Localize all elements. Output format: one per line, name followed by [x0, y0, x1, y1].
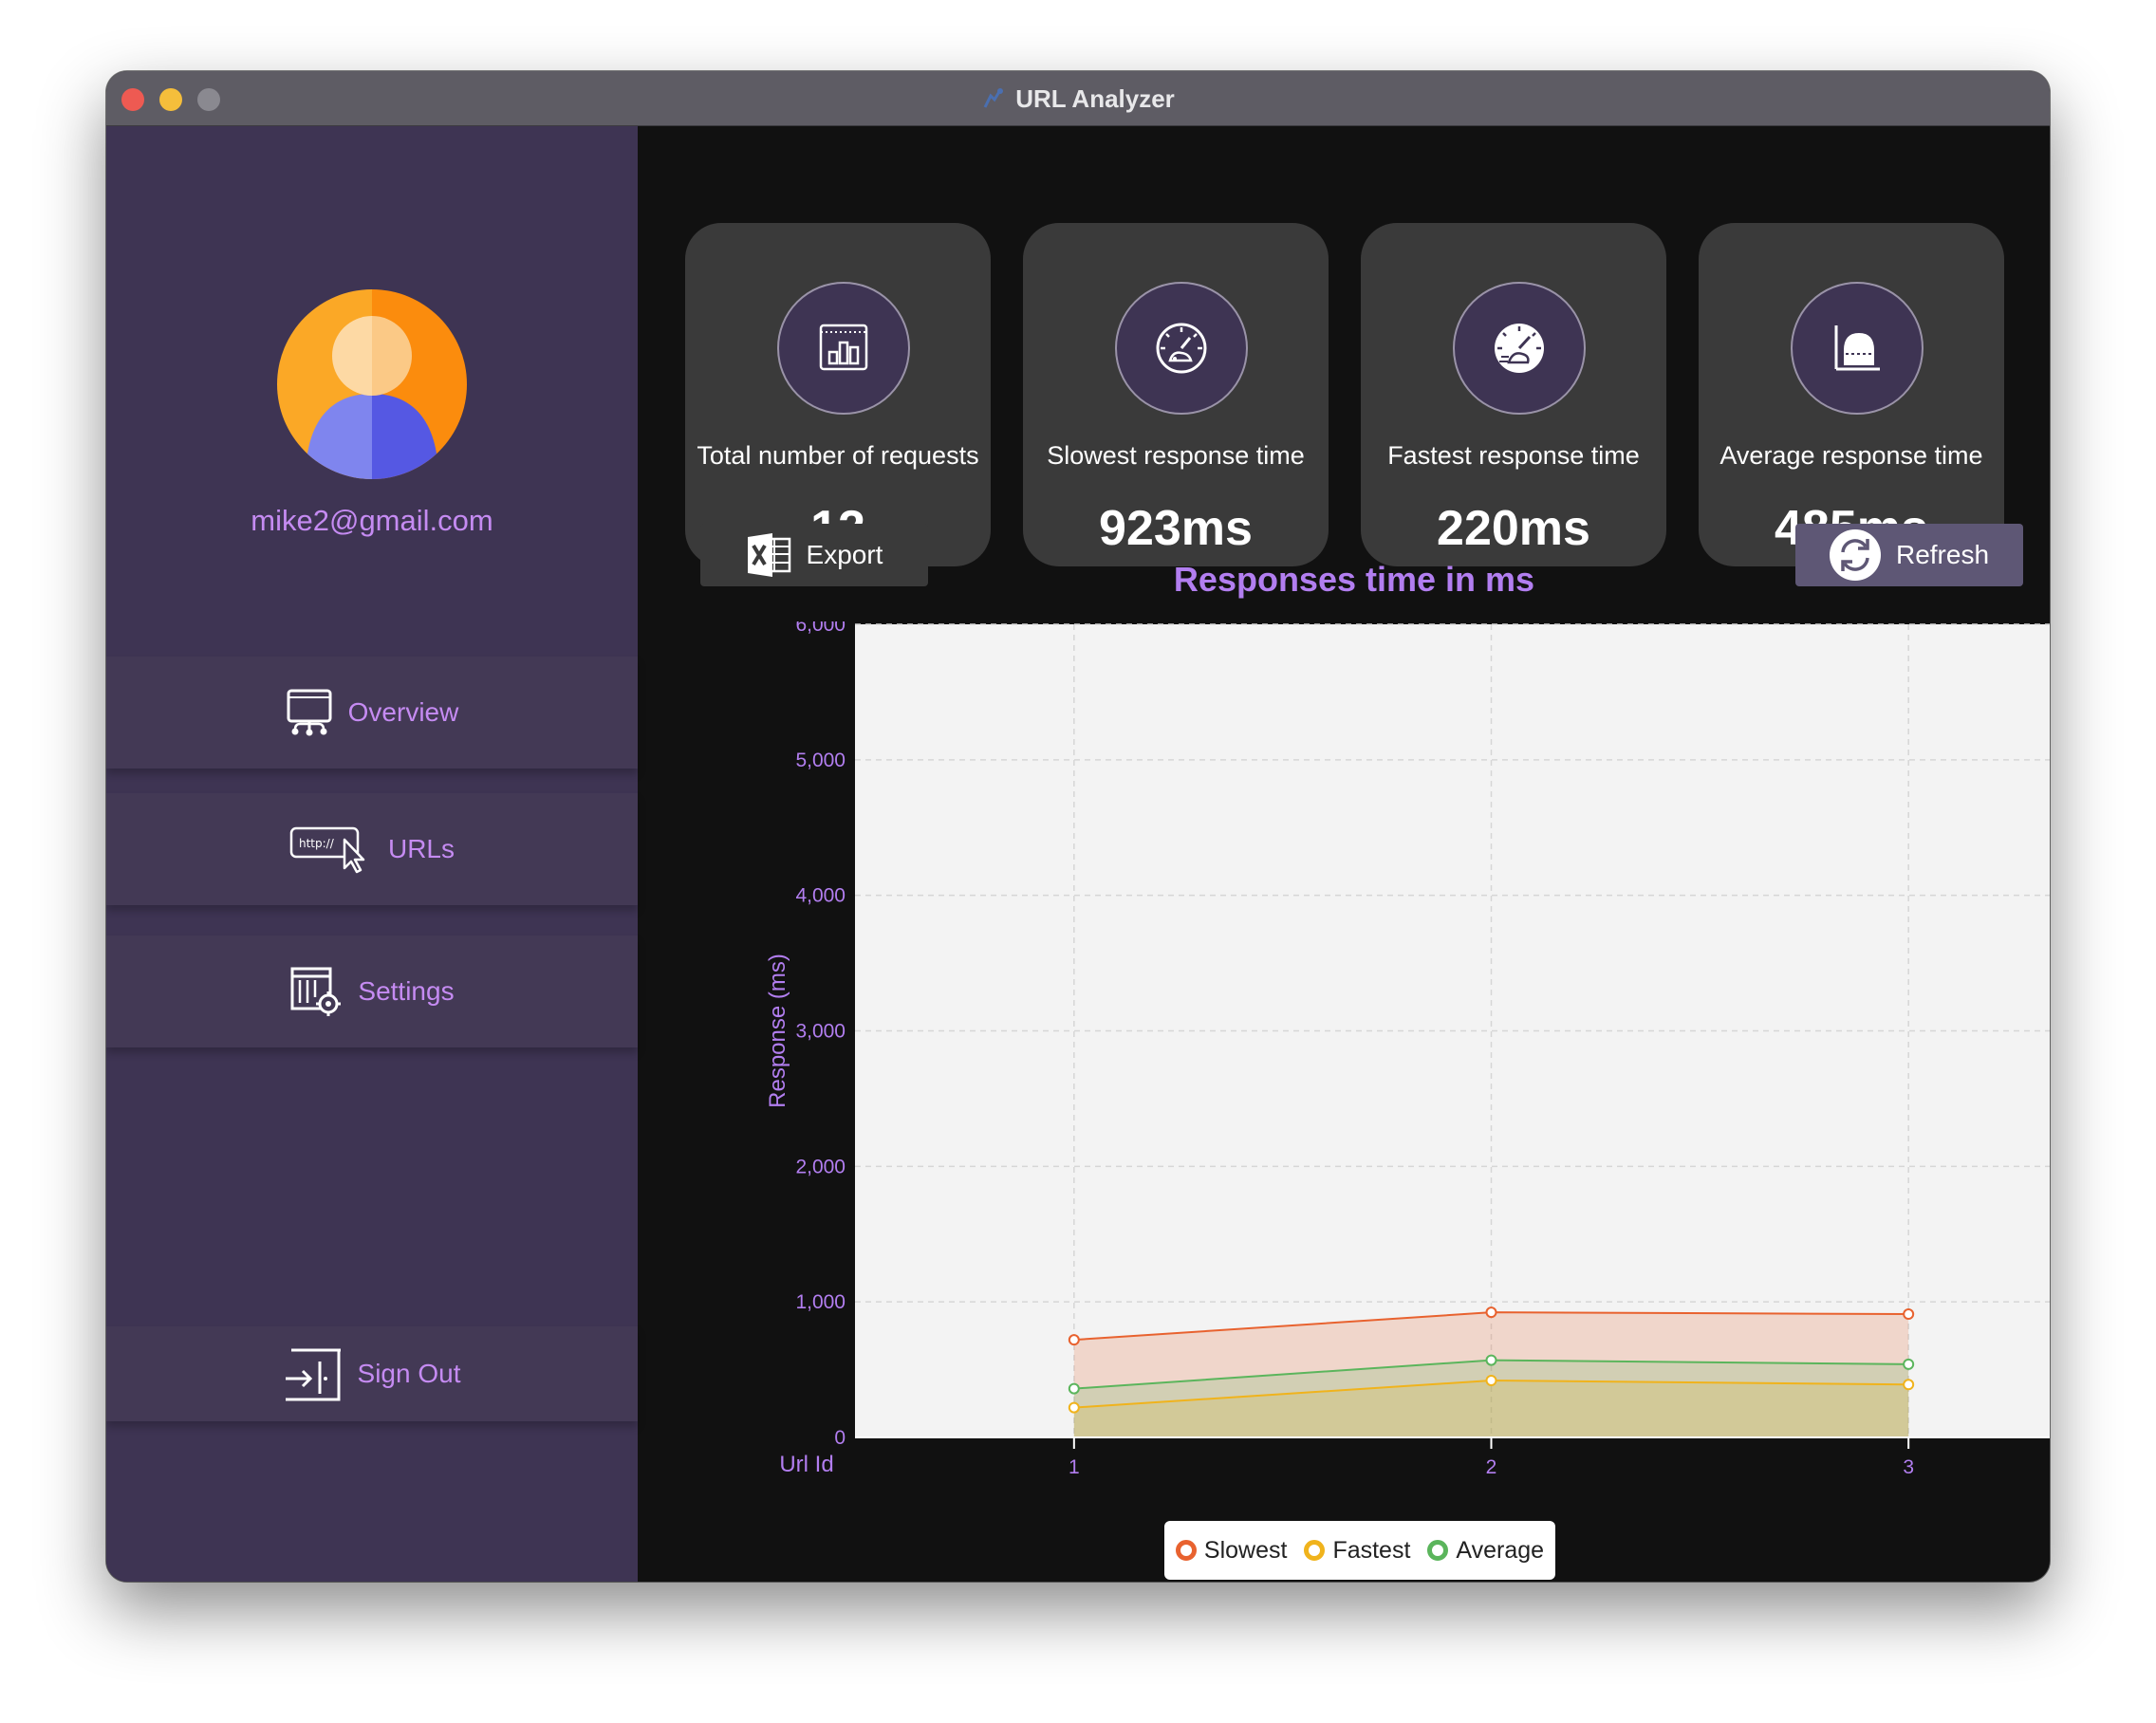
bar-chart-icon: [819, 324, 868, 371]
app-window: URL Analyzer mike2@gmail.com Overview ht…: [106, 71, 2050, 1582]
legend-marker-fastest: [1304, 1540, 1326, 1561]
sidebar-item-sign-out[interactable]: Sign Out: [106, 1326, 638, 1421]
y-tick-label: 6,000: [795, 621, 846, 636]
user-email: mike2@gmail.com: [251, 504, 493, 537]
speedometer-fast-icon: [1495, 324, 1544, 373]
app-logo-icon: [983, 88, 1004, 108]
point-fastest: [1485, 1375, 1497, 1387]
legend-label: Fastest: [1332, 1536, 1411, 1564]
stat-card-fastest: Fastest response time 220ms: [1361, 223, 1666, 566]
window-title: URL Analyzer: [1015, 83, 1175, 113]
refresh-button-label: Refresh: [1895, 540, 1990, 569]
sidebar-item-label: Sign Out: [357, 1359, 461, 1388]
response-time-chart: 0 1,000 2,000 3,000 4,000 5,000 6,000 1 2 3 Respo…: [765, 621, 2050, 1478]
stat-label: Fastest response time: [1387, 441, 1640, 470]
chart-legend: Slowest Fastest Average: [1164, 1521, 1555, 1580]
monitor-network-icon: [287, 689, 332, 736]
point-slowest: [1485, 1306, 1497, 1319]
avatar: [277, 289, 467, 479]
legend-item-slowest[interactable]: Slowest: [1175, 1536, 1288, 1565]
point-fastest: [1068, 1401, 1080, 1414]
sidebar-item-settings[interactable]: Settings: [106, 936, 638, 1047]
sidebar-item-label: URLs: [387, 834, 455, 863]
speedometer-slow-icon: [1156, 323, 1207, 374]
stat-value: 220ms: [1437, 501, 1590, 556]
svg-text:http://: http://: [299, 837, 335, 850]
x-tick-label: 3: [1903, 1456, 1914, 1478]
x-tick-label: 1: [1069, 1456, 1080, 1478]
stat-label: Slowest response time: [1047, 441, 1305, 470]
stat-card-slowest: Slowest response time 923ms: [1023, 223, 1329, 566]
stat-value: 923ms: [1099, 501, 1253, 556]
excel-icon: [747, 533, 790, 577]
refresh-icon: [1829, 529, 1881, 581]
legend-label: Average: [1456, 1536, 1545, 1564]
legend-marker-slowest: [1175, 1540, 1197, 1561]
calendar-gear-icon: [290, 967, 342, 1016]
point-slowest: [1903, 1308, 1915, 1321]
x-tick-label: 2: [1486, 1456, 1497, 1478]
legend-item-average[interactable]: Average: [1427, 1537, 1544, 1565]
stat-label: Total number of requests: [697, 441, 979, 470]
legend-marker-average: [1427, 1540, 1449, 1561]
sign-out-icon: [285, 1348, 341, 1401]
y-tick-label: 5,000: [795, 750, 846, 771]
sidebar-item-label: Settings: [358, 976, 455, 1006]
sidebar-item-label: Overview: [347, 697, 459, 727]
sidebar-item-overview[interactable]: Overview: [106, 657, 638, 769]
sidebar-item-urls[interactable]: http:// URLs: [106, 793, 638, 905]
legend-label: Slowest: [1203, 1536, 1288, 1564]
title-bar: URL Analyzer: [106, 71, 2050, 126]
chart-title: Responses time in ms: [1173, 560, 1535, 599]
point-average: [1485, 1354, 1497, 1366]
legend-item-fastest[interactable]: Fastest: [1304, 1537, 1410, 1565]
stat-label: Average response time: [1719, 441, 1983, 470]
http-cursor-icon: http://: [289, 826, 365, 874]
point-fastest: [1903, 1379, 1915, 1391]
average-chart-icon: [1834, 325, 1880, 371]
export-button-label: Export: [806, 540, 883, 569]
x-axis-label: Url Id: [779, 1452, 833, 1477]
y-axis-label: Response (ms): [765, 954, 790, 1108]
y-tick-label: 3,000: [795, 1021, 846, 1043]
stat-card-total-requests: Total number of requests 12: [685, 223, 991, 566]
y-tick-label: 2,000: [795, 1156, 846, 1177]
y-tick-label: 0: [834, 1427, 846, 1449]
refresh-button[interactable]: Refresh: [1795, 524, 2023, 586]
export-button[interactable]: Export: [700, 524, 928, 586]
y-tick-label: 4,000: [795, 885, 846, 907]
point-average: [1903, 1358, 1915, 1370]
point-slowest: [1068, 1334, 1080, 1346]
stat-card-average: Average response time 485ms: [1699, 223, 2004, 566]
point-average: [1068, 1382, 1080, 1395]
y-tick-label: 1,000: [795, 1291, 846, 1313]
sidebar: mike2@gmail.com Overview http:// URLs Se…: [106, 126, 638, 1582]
